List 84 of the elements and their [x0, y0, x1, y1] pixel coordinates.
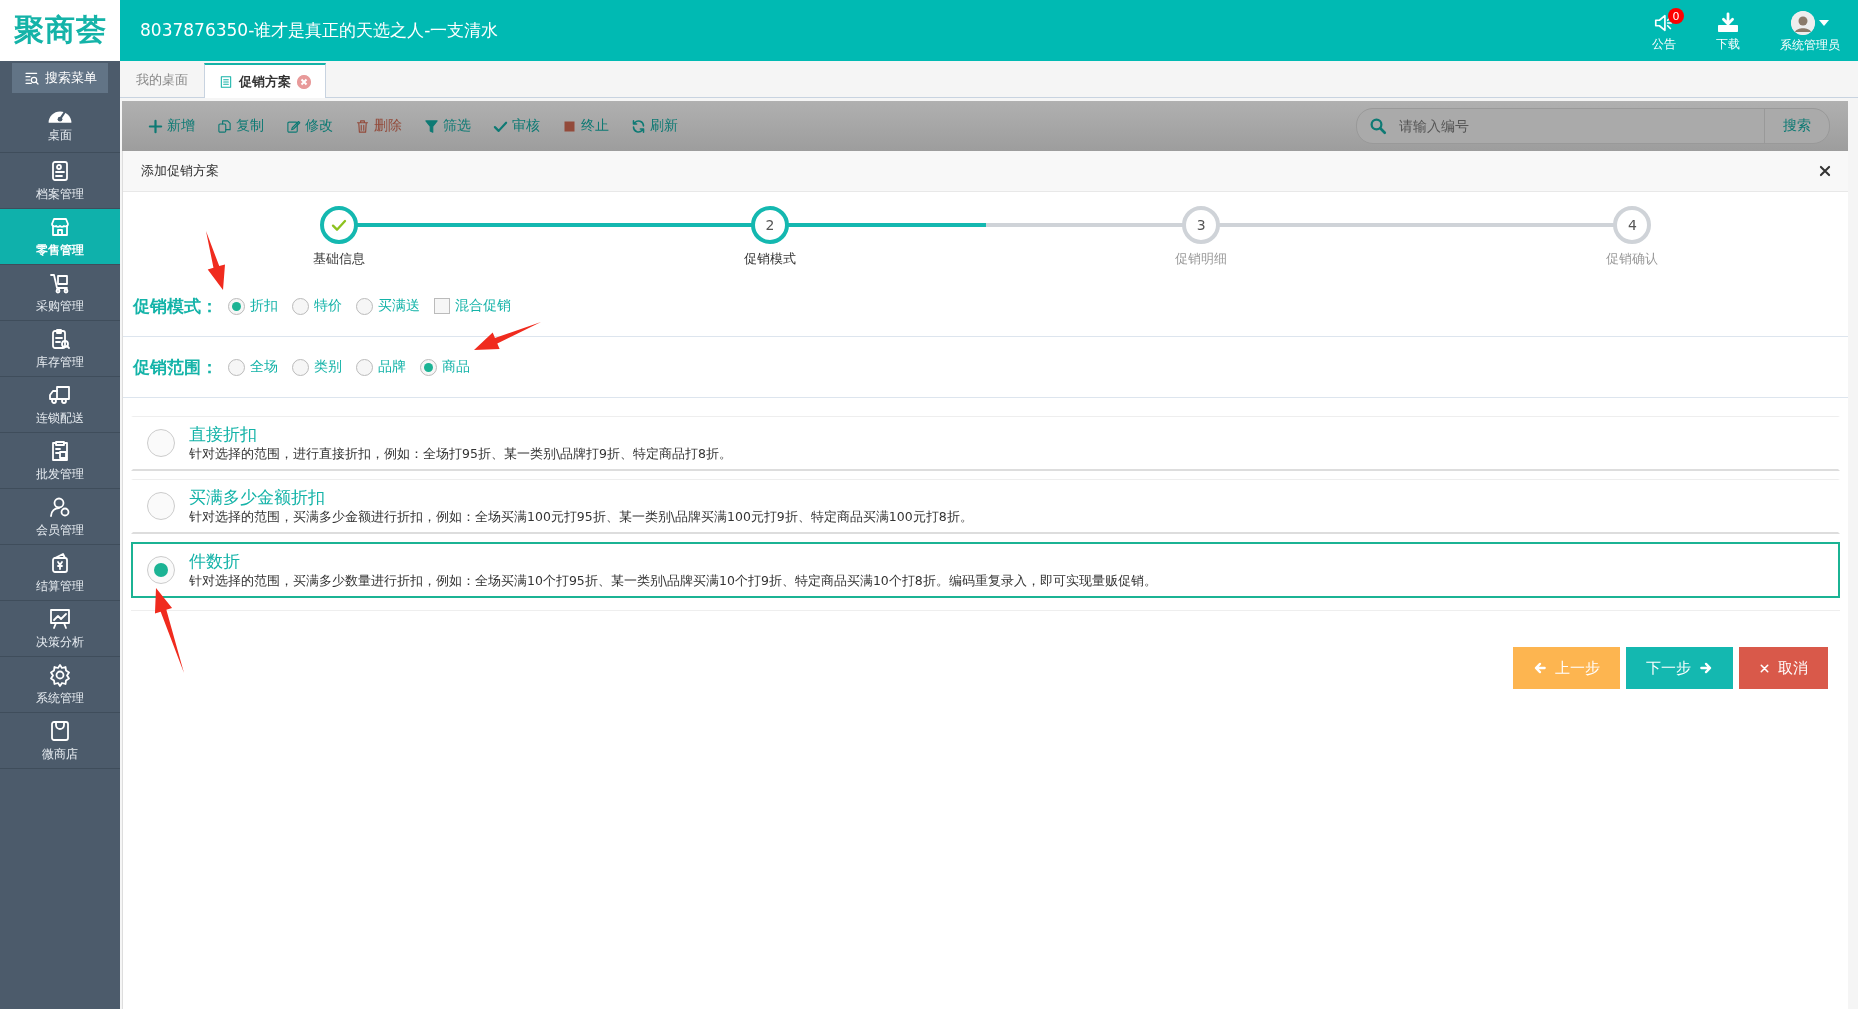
- previous-button[interactable]: 上一步: [1513, 647, 1620, 689]
- option-description: 针对选择的范围，买满多少金额进行折扣，例如：全场买满100元打95折、某一类别\品牌买满100元打9折、特定商品买满100元打8折。: [189, 509, 973, 526]
- copy-icon: [217, 118, 232, 134]
- header-action[interactable]: 下载: [1708, 8, 1748, 53]
- radio-option[interactable]: 特价: [292, 297, 342, 315]
- radio-button[interactable]: [356, 297, 373, 315]
- gear-icon: [48, 662, 72, 687]
- radio-option[interactable]: 折扣: [228, 297, 278, 315]
- option-title: 直接折扣: [189, 423, 258, 446]
- radio-option[interactable]: 全场: [228, 358, 278, 376]
- arrow-left-icon: [1533, 661, 1547, 675]
- radio-button[interactable]: [228, 358, 245, 376]
- trash-icon: [355, 118, 370, 134]
- bag-icon: [48, 718, 72, 743]
- option-title: 件数折: [189, 550, 241, 573]
- arrow-right-icon: [1699, 661, 1713, 675]
- step-circle: 3: [1182, 206, 1221, 244]
- notification-badge: 0: [1668, 8, 1684, 24]
- toolbar-button[interactable]: 删除: [355, 117, 402, 135]
- radio-button[interactable]: [292, 297, 309, 315]
- step-label: 促销确认: [1606, 250, 1659, 268]
- search-field[interactable]: 请输入编号 搜索: [1356, 108, 1830, 144]
- field-label: 促销模式：: [133, 294, 218, 318]
- close-icon[interactable]: [297, 74, 311, 89]
- toolbar-button[interactable]: 审核: [493, 117, 540, 135]
- step-circle: 4: [1613, 206, 1652, 244]
- tab[interactable]: 促销方案: [204, 63, 326, 98]
- search-menu-button[interactable]: 搜索菜单: [12, 63, 108, 93]
- discount-option[interactable]: 件数折 针对选择的范围，买满多少数量进行折扣，例如：全场买满10个打95折、某一类别\品牌买满10个打9折、特定商品买满10个打8折。编码重复录入，即可实现量贩促销。: [131, 542, 1840, 598]
- step-label: 基础信息: [312, 250, 365, 268]
- toolbar-button[interactable]: 刷新: [631, 117, 678, 135]
- tab[interactable]: 我的桌面: [122, 63, 202, 97]
- annotation-arrow: [206, 231, 225, 290]
- radio-option[interactable]: 品牌: [356, 358, 406, 376]
- search-button[interactable]: 搜索: [1764, 109, 1829, 143]
- list-icon: [219, 74, 233, 89]
- option-description: 针对选择的范围，进行直接折扣，例如：全场打95折、某一类别\品牌打9折、特定商品打8折。: [189, 446, 733, 463]
- speaker-icon: [1653, 12, 1675, 34]
- cancel-button[interactable]: 取消: [1739, 647, 1828, 689]
- check-icon: [330, 217, 347, 233]
- page-title: 8037876350-谁才是真正的天选之人-一支清水: [140, 19, 500, 42]
- next-button[interactable]: 下一步: [1626, 647, 1733, 689]
- toolbar-button[interactable]: 复制: [217, 117, 264, 135]
- radio-button[interactable]: [147, 492, 175, 520]
- radio-button[interactable]: [228, 297, 245, 315]
- search-icon: [1369, 117, 1387, 135]
- download-icon: [1717, 12, 1739, 34]
- header-action[interactable]: 0 公告: [1644, 8, 1684, 53]
- caret-icon: [1819, 20, 1829, 26]
- step-label: 促销模式: [743, 250, 796, 268]
- radio-button[interactable]: [292, 358, 309, 376]
- radio-option[interactable]: 商品: [420, 358, 470, 376]
- toolbar-button[interactable]: 新增: [148, 117, 195, 135]
- close-icon: [1759, 662, 1770, 674]
- refresh-icon: [631, 118, 646, 134]
- step-label: 促销明细: [1175, 250, 1228, 268]
- filter-icon: [424, 118, 439, 134]
- radio-option[interactable]: 类别: [292, 358, 342, 376]
- search-menu-icon: [23, 70, 40, 86]
- step-circle: 2: [750, 206, 789, 244]
- toolbar-button[interactable]: 修改: [286, 117, 333, 135]
- toolbar-button[interactable]: 终止: [562, 117, 609, 135]
- radio-option[interactable]: 买满送: [356, 297, 420, 315]
- radio-button[interactable]: [147, 429, 175, 457]
- checkbox[interactable]: [434, 298, 450, 314]
- radio-button[interactable]: [356, 358, 373, 376]
- sidebar-item[interactable]: 零售管理: [0, 209, 120, 265]
- header-action[interactable]: 系统管理员: [1772, 7, 1848, 54]
- radio-button[interactable]: [420, 358, 437, 376]
- option-title: 买满多少金额折扣: [189, 486, 326, 509]
- annotation-arrow: [474, 322, 541, 350]
- chart-icon: [48, 606, 72, 631]
- close-icon: [1818, 164, 1832, 178]
- plus-icon: [148, 118, 163, 134]
- dialog-title: 添加促销方案: [141, 162, 219, 180]
- checkbox-option[interactable]: 混合促销: [434, 297, 511, 315]
- avatar-icon: [1791, 11, 1815, 35]
- edit-icon: [286, 118, 301, 134]
- discount-option[interactable]: 直接折扣 针对选择的范围，进行直接折扣，例如：全场打95折、某一类别\品牌打9折、特定商品打8折。: [131, 416, 1840, 471]
- radio-button[interactable]: [147, 556, 175, 584]
- toolbar-button[interactable]: 筛选: [424, 117, 471, 135]
- field-label: 促销范围：: [133, 355, 218, 379]
- option-description: 针对选择的范围，买满多少数量进行折扣，例如：全场买满10个打95折、某一类别\品牌买满10个打9折、特定商品买满10个打8折。编码重复录入，即可实现量贩促销。: [189, 573, 1157, 590]
- discount-option[interactable]: 买满多少金额折扣 针对选择的范围，买满多少金额进行折扣，例如：全场买满100元打95折、某一类别\品牌买满100元打9折、特定商品买满100元打8折。: [131, 479, 1840, 534]
